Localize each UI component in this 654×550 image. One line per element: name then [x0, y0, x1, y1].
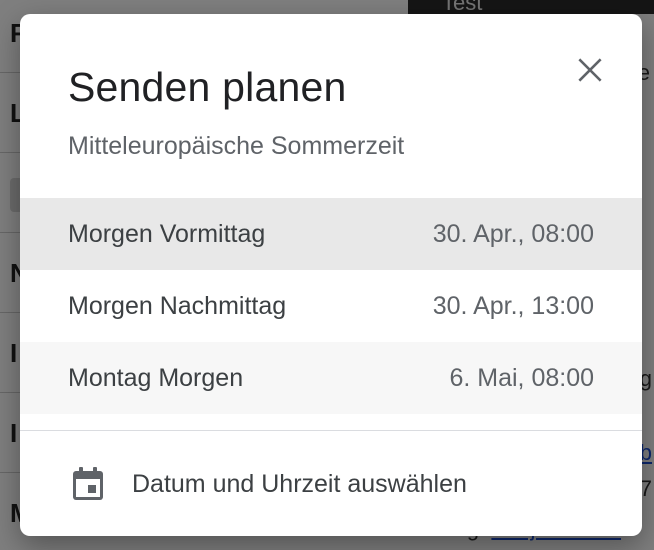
- option-tomorrow-afternoon[interactable]: Morgen Nachmittag 30. Apr., 13:00: [20, 270, 642, 342]
- option-time: 30. Apr., 08:00: [432, 219, 594, 248]
- option-time: 6. Mai, 08:00: [449, 363, 594, 392]
- timezone-label: Mitteleuropäische Sommerzeit: [68, 132, 405, 160]
- option-label: Morgen Nachmittag: [68, 291, 287, 320]
- option-tomorrow-morning[interactable]: Morgen Vormittag 30. Apr., 08:00: [20, 198, 642, 270]
- calendar-icon: [68, 464, 108, 504]
- option-label: Morgen Vormittag: [68, 219, 266, 248]
- option-monday-morning[interactable]: Montag Morgen 6. Mai, 08:00: [20, 342, 642, 414]
- schedule-send-dialog: Senden planen Mitteleuropäische Sommerze…: [20, 14, 642, 536]
- option-time: 30. Apr., 13:00: [432, 291, 594, 320]
- pick-date-time-label: Datum und Uhrzeit auswählen: [132, 469, 467, 498]
- dialog-title: Senden planen: [68, 64, 347, 110]
- close-icon: [578, 58, 602, 82]
- close-button[interactable]: [570, 50, 610, 90]
- dialog-divider: [20, 430, 642, 431]
- schedule-option-list: Morgen Vormittag 30. Apr., 08:00 Morgen …: [20, 198, 642, 414]
- option-label: Montag Morgen: [68, 363, 244, 392]
- pick-date-time-button[interactable]: Datum und Uhrzeit auswählen: [20, 448, 642, 520]
